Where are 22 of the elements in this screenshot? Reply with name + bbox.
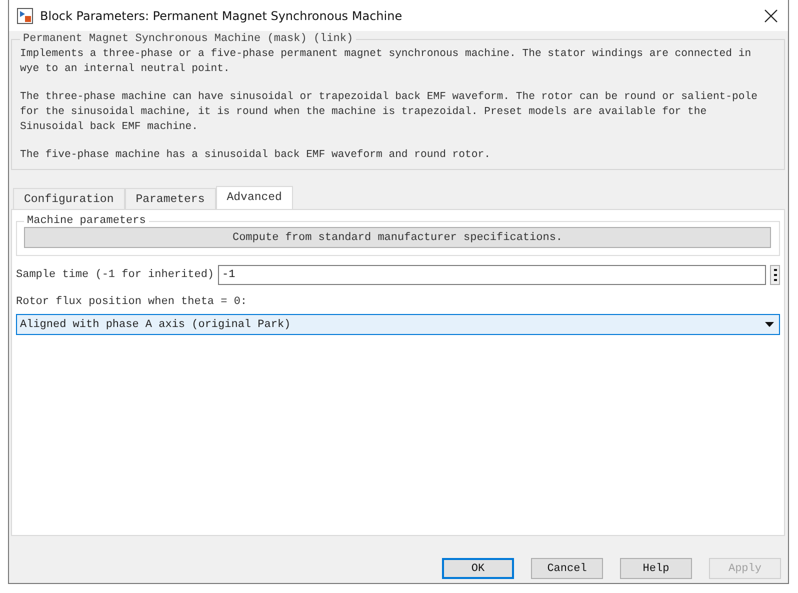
group-legend: Permanent Magnet Synchronous Machine (mask) (link) [20, 33, 356, 45]
description-paragraph: Implements a three-phase or a five-phase permanent magnet synchronous machine. The stator windings are connected in wye to an internal neutral point. [20, 47, 752, 77]
tab[interactable]: Parameters [124, 188, 216, 209]
group-legend: Machine parameters [24, 215, 149, 227]
field-label: Sample time (-1 for inherited) [16, 269, 214, 281]
field-label: Rotor flux position when theta = 0: [16, 296, 248, 308]
tab[interactable]: Advanced [216, 186, 293, 209]
more-button[interactable] [770, 265, 780, 285]
dropdown-arrow-icon [765, 322, 774, 327]
tab[interactable]: Configuration [13, 188, 125, 209]
more-options-icon [774, 269, 776, 281]
description-paragraph: The three-phase machine can have sinusoidal or trapezoidal back EMF waveform. The rotor can be round or salient-pole for the sinusoidal machine, it is round when the machine is trapezoidal. Preset models are available for the Sinusoidal back EMF machine. [20, 90, 758, 135]
compute-button[interactable]: Compute from standard manufacturer specifications. [24, 227, 771, 248]
app-icon [17, 8, 33, 24]
dialog-button[interactable]: OK [442, 558, 514, 579]
dialog-button[interactable]: Cancel [531, 558, 603, 579]
sample-time-field[interactable]: -1 [218, 265, 766, 285]
dialog-button[interactable]: Help [620, 558, 692, 579]
description-paragraph: The five-phase machine has a sinusoidal back EMF waveform and round rotor. [20, 148, 492, 163]
window-title: Block Parameters: Permanent Magnet Synchronous Machine [40, 8, 404, 22]
close-icon[interactable] [764, 8, 778, 22]
rotor-flux-dropdown[interactable]: Aligned with phase A axis (original Park) [16, 314, 780, 335]
